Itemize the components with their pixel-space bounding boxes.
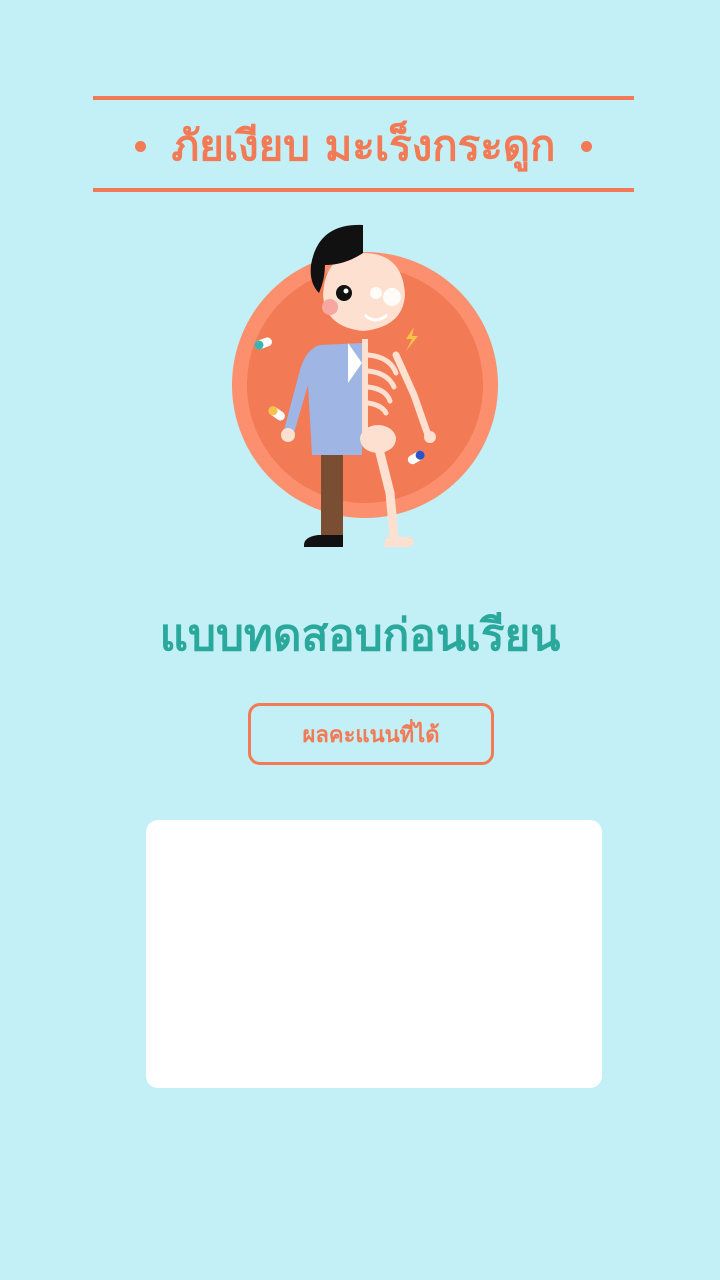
score-result-button[interactable]: ผลคะแนนที่ได้ — [248, 703, 494, 765]
header-top-rule — [93, 96, 634, 100]
score-result-button-label: ผลคะแนนที่ได้ — [302, 722, 440, 748]
bullet-dot-right — [581, 140, 593, 152]
banner-title-text: ภัยเงียบ มะเร็งกระดูก — [171, 121, 556, 170]
bullet-dot-left — [134, 140, 146, 152]
score-result-panel — [146, 820, 602, 1088]
hero-illustration — [232, 224, 498, 547]
header-bottom-rule — [93, 188, 634, 192]
banner-title: ภัยเงียบ มะเร็งกระดูก — [93, 108, 634, 184]
page-title: แบบทดสอบก่อนเรียน — [159, 610, 561, 661]
